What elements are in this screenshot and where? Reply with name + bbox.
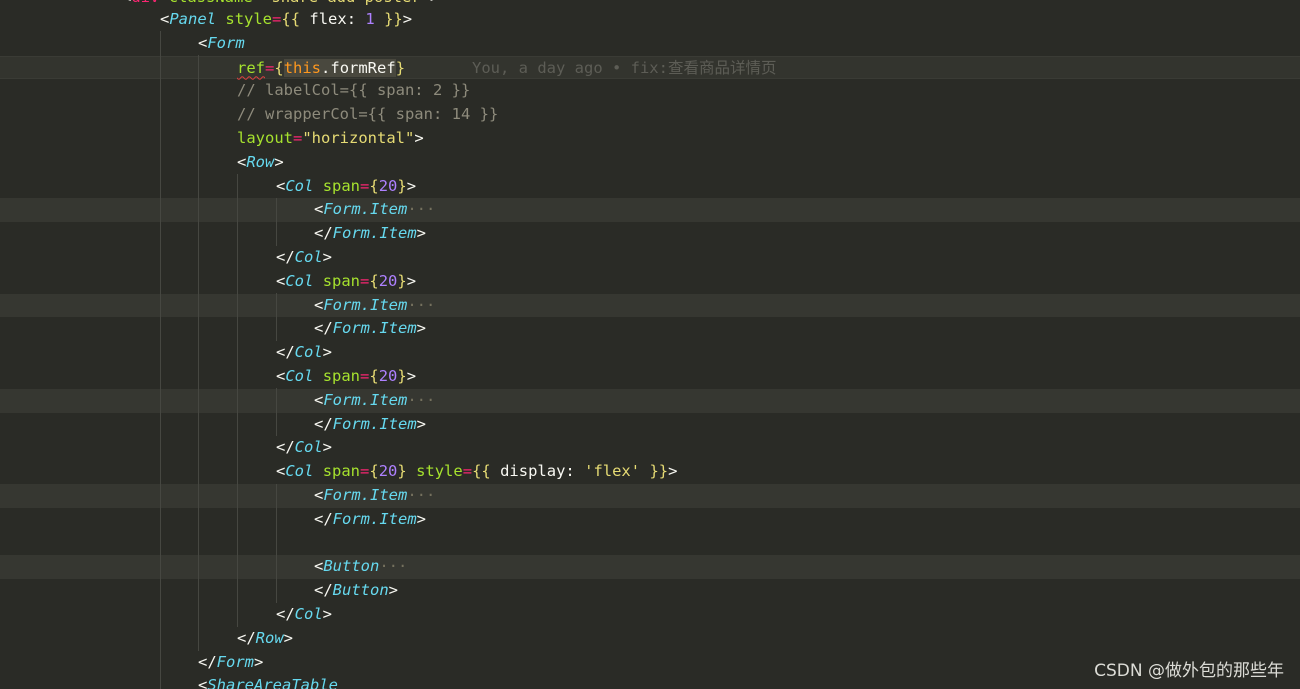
code-line-folded[interactable]: <Form.Item··· — [0, 293, 1300, 318]
code-line-text: </Button> — [314, 581, 399, 600]
code-line-text: <Col span={20}> — [276, 367, 417, 385]
code-line[interactable]: <Form — [0, 32, 1300, 56]
code-line-text: // wrapperCol={{ span: 14 }} — [237, 105, 499, 124]
code-line[interactable]: <Row> — [0, 151, 1300, 175]
code-line-text: <Form.Item··· — [314, 390, 436, 409]
code-line-text: <Form — [198, 33, 245, 52]
indent-guide — [276, 293, 277, 341]
fold-ellipsis[interactable]: ··· — [407, 200, 435, 218]
fold-ellipsis[interactable]: ··· — [379, 557, 407, 575]
indent-guide — [276, 388, 277, 436]
code-line-text: </Col> — [276, 343, 333, 362]
code-line-text: <Form.Item··· — [314, 200, 436, 219]
code-line-current[interactable]: ref={this.formRef} You, a day ago • fix:… — [0, 55, 1300, 80]
code-line[interactable]: <Col span={20}> — [0, 270, 1300, 294]
code-line-folded[interactable]: <Button··· — [0, 555, 1300, 580]
code-line-text: </Row> — [237, 628, 294, 647]
code-line-folded[interactable]: <Form.Item··· — [0, 388, 1300, 413]
code-line-text: </Form.Item> — [314, 414, 427, 433]
code-line-text: </Col> — [276, 438, 333, 457]
code-line-text: <Form.Item··· — [314, 486, 436, 504]
code-line[interactable]: <Col span={20}> — [0, 175, 1300, 199]
code-line[interactable]: </Col> — [0, 436, 1300, 460]
code-line-folded[interactable]: <Form.Item··· — [0, 198, 1300, 223]
code-line[interactable]: </Form.Item> — [0, 222, 1300, 246]
code-line-text: <ShareAreaTable — [198, 676, 338, 689]
indent-guide — [198, 55, 199, 651]
code-line-text: <Button··· — [314, 557, 408, 576]
code-line-text: </Form.Item> — [314, 319, 427, 338]
fold-ellipsis[interactable]: ··· — [407, 391, 435, 409]
code-line-text: layout="horizontal"> — [237, 129, 424, 147]
fold-ellipsis[interactable]: ··· — [407, 296, 435, 314]
indent-guide — [237, 174, 238, 627]
code-line-text: <Row> — [237, 152, 284, 171]
code-line-empty[interactable] — [0, 532, 1300, 556]
code-editor[interactable]: <div className="share-add-poster"> <Pane… — [0, 0, 1300, 689]
code-line[interactable]: <Col span={20}> — [0, 365, 1300, 389]
code-line-text: <Col span={20} style={{ display: 'flex' … — [276, 462, 678, 481]
code-line[interactable]: <Panel style={{ flex: 1 }}> — [0, 8, 1300, 32]
code-line[interactable]: </Form.Item> — [0, 317, 1300, 341]
code-line-text: <Panel style={{ flex: 1 }}> — [160, 10, 413, 28]
fold-ellipsis[interactable]: ··· — [407, 486, 435, 504]
code-line[interactable]: layout="horizontal"> — [0, 127, 1300, 151]
code-line[interactable]: // labelCol={{ span: 2 }} — [0, 79, 1300, 103]
git-blame-annotation: You, a day ago • fix:查看商品详情页 — [472, 58, 777, 77]
code-line[interactable]: </Col> — [0, 603, 1300, 627]
code-line[interactable]: // wrapperCol={{ span: 14 }} — [0, 103, 1300, 127]
code-line-text: ref={this.formRef} — [237, 58, 406, 77]
code-line-text: </Col> — [276, 605, 333, 623]
code-line[interactable]: <Col span={20} style={{ display: 'flex' … — [0, 460, 1300, 484]
code-line-text: </Col> — [276, 248, 333, 266]
code-line-text: <Col span={20}> — [276, 271, 417, 290]
indent-guide — [276, 198, 277, 246]
code-line-text: <Form.Item··· — [314, 295, 436, 314]
code-line-text: </Form.Item> — [314, 509, 427, 528]
code-line[interactable]: </Row> — [0, 627, 1300, 651]
code-line-text: <Col span={20}> — [276, 176, 417, 195]
code-line-text: </Form.Item> — [314, 224, 427, 243]
code-line-text: // labelCol={{ span: 2 }} — [237, 81, 471, 100]
code-line[interactable]: </Button> — [0, 579, 1300, 603]
code-line-text: </Form> — [198, 652, 264, 671]
code-line[interactable]: </Form.Item> — [0, 508, 1300, 532]
code-line[interactable]: </Col> — [0, 246, 1300, 270]
indent-guide — [276, 484, 277, 603]
indent-guide — [160, 31, 161, 689]
csdn-watermark: CSDN @做外包的那些年 — [1094, 661, 1284, 681]
code-line[interactable]: </Form.Item> — [0, 413, 1300, 437]
code-line-folded[interactable]: <Form.Item··· — [0, 484, 1300, 508]
code-line[interactable]: </Col> — [0, 341, 1300, 365]
